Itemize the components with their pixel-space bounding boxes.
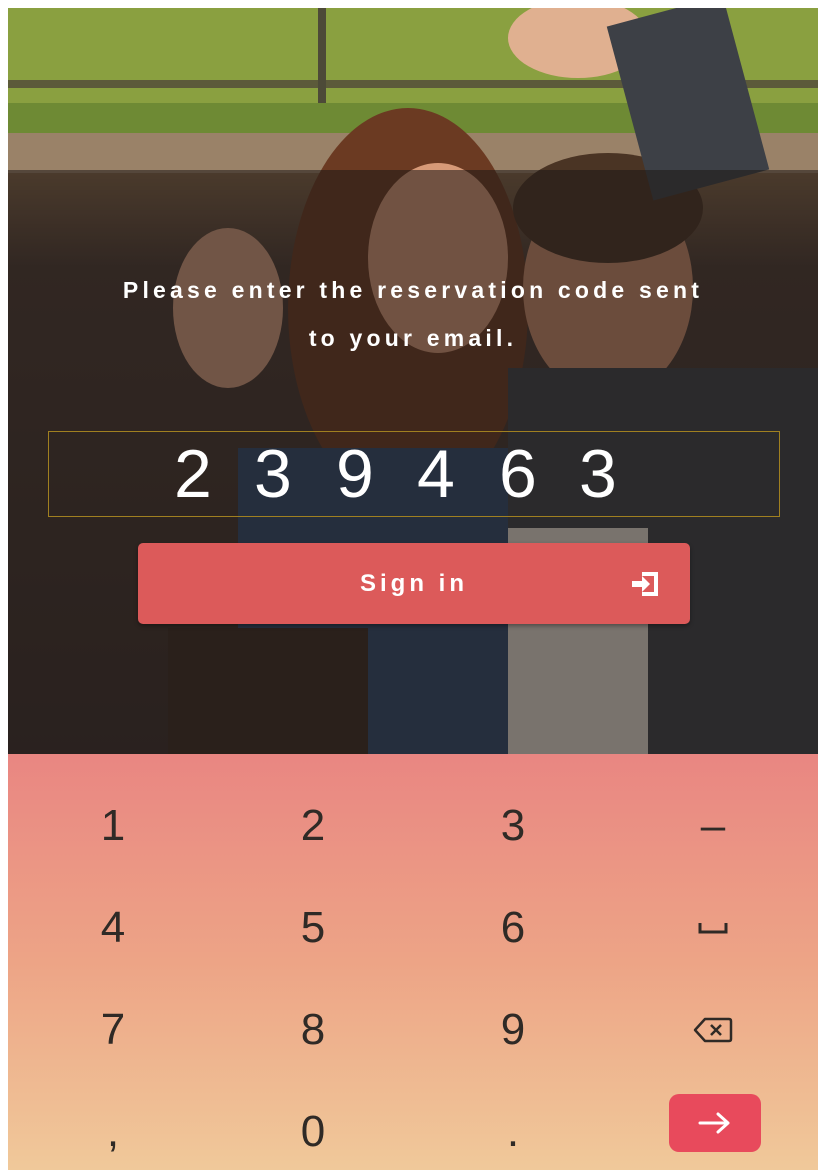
key-9[interactable]: 9 — [413, 980, 613, 1080]
key-minus[interactable]: – — [613, 776, 813, 876]
key-space[interactable] — [613, 878, 813, 978]
code-digit: 4 — [417, 436, 455, 512]
key-2[interactable]: 2 — [213, 776, 413, 876]
app-screen: Please enter the reservation code sent t… — [8, 8, 818, 1170]
key-1[interactable]: 1 — [13, 776, 213, 876]
backspace-icon — [693, 1017, 733, 1043]
reservation-code-input[interactable]: 2 3 9 4 6 3 — [48, 431, 780, 517]
key-6[interactable]: 6 — [413, 878, 613, 978]
key-0[interactable]: 0 — [213, 1082, 413, 1170]
enter-key[interactable] — [669, 1094, 761, 1152]
numeric-keyboard: 1 2 3 – 4 5 6 7 8 9 , 0 . — [8, 754, 818, 1170]
code-digits: 2 3 9 4 6 3 — [49, 432, 779, 516]
key-4[interactable]: 4 — [13, 878, 213, 978]
key-5[interactable]: 5 — [213, 878, 413, 978]
key-3[interactable]: 3 — [413, 776, 613, 876]
reservation-prompt: Please enter the reservation code sent t… — [48, 266, 778, 362]
key-comma[interactable]: , — [13, 1082, 213, 1170]
space-icon — [698, 923, 728, 934]
arrow-right-icon — [698, 1112, 730, 1134]
key-backspace[interactable] — [613, 980, 813, 1080]
code-digit: 9 — [336, 436, 374, 512]
code-digit: 3 — [254, 436, 292, 512]
key-8[interactable]: 8 — [213, 980, 413, 1080]
sign-in-label: Sign in — [360, 570, 468, 597]
sign-in-icon — [632, 572, 658, 596]
key-period[interactable]: . — [413, 1082, 613, 1170]
code-digit: 3 — [579, 436, 617, 512]
key-7[interactable]: 7 — [13, 980, 213, 1080]
prompt-line-2: to your email. — [308, 325, 518, 351]
prompt-line-1: Please enter the reservation code sent — [122, 277, 704, 303]
code-digit: 2 — [174, 436, 212, 512]
code-digit: 6 — [499, 436, 537, 512]
sign-in-button[interactable]: Sign in — [138, 543, 690, 624]
